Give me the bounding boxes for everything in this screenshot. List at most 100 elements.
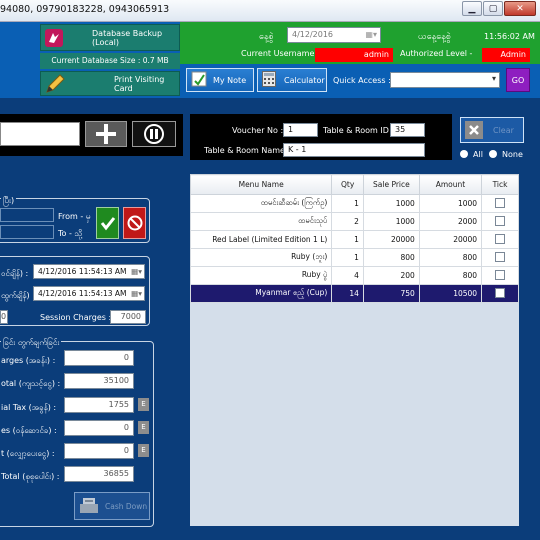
- tick-cell: [481, 284, 519, 303]
- amount-cell: 10500: [418, 284, 483, 303]
- radio-all-label: All: [473, 150, 483, 159]
- to-input[interactable]: [0, 225, 54, 239]
- summary-row-label: ial Tax (အခွန်) :: [1, 403, 57, 412]
- table-row[interactable]: Myanmar ဧည့် (Cup) 14 750 10500: [189, 284, 519, 303]
- sale-price-cell: 750: [362, 284, 420, 303]
- quick-access-dropdown[interactable]: ▾: [390, 72, 500, 88]
- tick-checkbox[interactable]: [495, 251, 506, 262]
- start-time-picker[interactable]: 4/12/2016 11:54:13 AM ▦▾: [33, 264, 145, 279]
- calendar-icon[interactable]: ▦▾: [131, 265, 142, 278]
- qty-cell: 1: [331, 194, 364, 213]
- summary-row-value[interactable]: 1755: [64, 397, 134, 413]
- calculator-label: Calculator: [284, 75, 325, 85]
- menu-name-cell: Ruby ပွဲ: [189, 266, 333, 285]
- clock-text: 11:56:02 AM: [484, 32, 535, 41]
- tick-cell: [481, 230, 519, 249]
- cancel-filter-button[interactable]: [123, 207, 146, 239]
- table-room-name-input[interactable]: K - 1: [283, 143, 425, 157]
- add-item-button[interactable]: [85, 121, 127, 147]
- chevron-down-icon: ▾: [491, 74, 496, 83]
- database-backup-icon: [44, 27, 64, 49]
- calendar-icon[interactable]: ▦▾: [365, 28, 377, 42]
- go-button[interactable]: GO: [506, 68, 530, 92]
- from-label: From - မှ: [58, 212, 91, 221]
- menu-name-cell: Myanmar ဧည့် (Cup): [189, 284, 333, 303]
- radio-all[interactable]: [460, 150, 468, 158]
- qty-cell: 1: [331, 230, 364, 249]
- table-room-id-label: Table & Room ID :: [323, 126, 395, 135]
- tick-checkbox[interactable]: [495, 269, 506, 280]
- table-row[interactable]: Ruby ပွဲ 4 200 800: [189, 266, 519, 285]
- amount-cell: 800: [418, 266, 483, 285]
- my-note-button[interactable]: My Note: [186, 68, 254, 92]
- summary-row-label: arges (အခန်း) :: [1, 356, 56, 365]
- from-input[interactable]: [0, 208, 54, 222]
- pause-timer-button[interactable]: [132, 121, 176, 147]
- column-header[interactable]: Qty: [331, 174, 364, 195]
- print-visiting-card-button[interactable]: Print Visiting Card: [40, 71, 180, 96]
- table-room-id-input[interactable]: 35: [390, 123, 425, 137]
- menu-name-cell: Red Label (Limited Edition 1 L): [189, 230, 333, 249]
- tick-checkbox[interactable]: [495, 233, 506, 244]
- tick-checkbox[interactable]: [495, 215, 506, 226]
- room-charges-value: 0: [0, 310, 8, 324]
- date-value: 4/12/2016: [292, 30, 334, 39]
- cash-register-icon: [79, 496, 99, 516]
- tick-cell: [481, 248, 519, 267]
- menu-name-cell: Ruby (ဘူး): [189, 248, 333, 267]
- filter-group-title: ပြီး): [1, 195, 17, 207]
- date-picker[interactable]: 4/12/2016 ▦▾: [287, 27, 381, 43]
- no-entry-icon: [127, 215, 142, 231]
- search-input[interactable]: [0, 122, 80, 146]
- sale-price-cell: 1000: [362, 212, 420, 231]
- voucher-no-label: Voucher No :: [232, 126, 284, 135]
- edit-discount-button[interactable]: E: [138, 444, 149, 457]
- table-row[interactable]: ထမင်းဆီဆမ်း (ကြက်ဥ) 1 1000 1000: [189, 194, 519, 213]
- calculator-button[interactable]: Calculator: [257, 68, 327, 92]
- qty-cell: 14: [331, 284, 364, 303]
- tick-checkbox[interactable]: [495, 197, 506, 208]
- summary-row-value[interactable]: 36855: [64, 466, 134, 482]
- tick-checkbox[interactable]: [495, 287, 506, 298]
- maximize-icon[interactable]: ▢: [483, 1, 503, 16]
- voucher-no-input[interactable]: 1: [283, 123, 318, 137]
- table-row[interactable]: Red Label (Limited Edition 1 L) 1 20000 200…: [189, 230, 519, 249]
- radio-none[interactable]: [489, 150, 497, 158]
- tick-cell: [481, 212, 519, 231]
- database-backup-button[interactable]: Database Backup (Local): [40, 24, 180, 51]
- edit-service-button[interactable]: E: [138, 421, 149, 434]
- table-row[interactable]: ထမင်းသုပ် 2 1000 2000: [189, 212, 519, 231]
- amount-cell: 2000: [418, 212, 483, 231]
- clear-button[interactable]: Clear: [460, 117, 524, 143]
- qty-cell: 2: [331, 212, 364, 231]
- sale-price-cell: 200: [362, 266, 420, 285]
- summary-row-value[interactable]: 35100: [64, 373, 134, 389]
- table-row[interactable]: Ruby (ဘူး) 1 800 800: [189, 248, 519, 267]
- summary-row-value[interactable]: 0: [64, 350, 134, 366]
- column-header[interactable]: Tick: [481, 174, 519, 195]
- end-time-picker[interactable]: 4/12/2016 11:54:13 AM ▦▾: [33, 286, 145, 301]
- database-size-text: Current Database Size : 0.7 MB: [40, 53, 180, 69]
- date-label: နေ့စွဲ: [259, 32, 274, 42]
- column-header[interactable]: Sale Price: [362, 174, 420, 195]
- summary-row-value[interactable]: 0: [64, 443, 134, 459]
- quick-access-label: Quick Access :: [333, 76, 391, 85]
- minimize-icon[interactable]: ▁: [462, 1, 482, 16]
- summary-row-label: es (ဝန်ဆောင်ခ) :: [1, 426, 57, 435]
- column-header[interactable]: Amount: [418, 174, 483, 195]
- qty-cell: 1: [331, 248, 364, 267]
- amount-cell: 800: [418, 248, 483, 267]
- edit-tax-button[interactable]: E: [138, 398, 149, 411]
- calendar-icon[interactable]: ▦▾: [131, 287, 142, 300]
- start-time-value: 4/12/2016 11:54:13 AM: [38, 267, 127, 276]
- cash-down-button[interactable]: Cash Down: [74, 492, 150, 520]
- radio-none-label: None: [502, 150, 523, 159]
- summary-row-value[interactable]: 0: [64, 420, 134, 436]
- sale-price-cell: 20000: [362, 230, 420, 249]
- apply-filter-button[interactable]: [96, 207, 119, 239]
- column-header[interactable]: Menu Name: [189, 174, 333, 195]
- close-icon[interactable]: ✕: [504, 1, 536, 16]
- menu-name-cell: ထမင်းသုပ်: [189, 212, 333, 231]
- start-time-label: ဝင်ချိန်) :: [1, 269, 29, 278]
- right-edge: [527, 98, 540, 540]
